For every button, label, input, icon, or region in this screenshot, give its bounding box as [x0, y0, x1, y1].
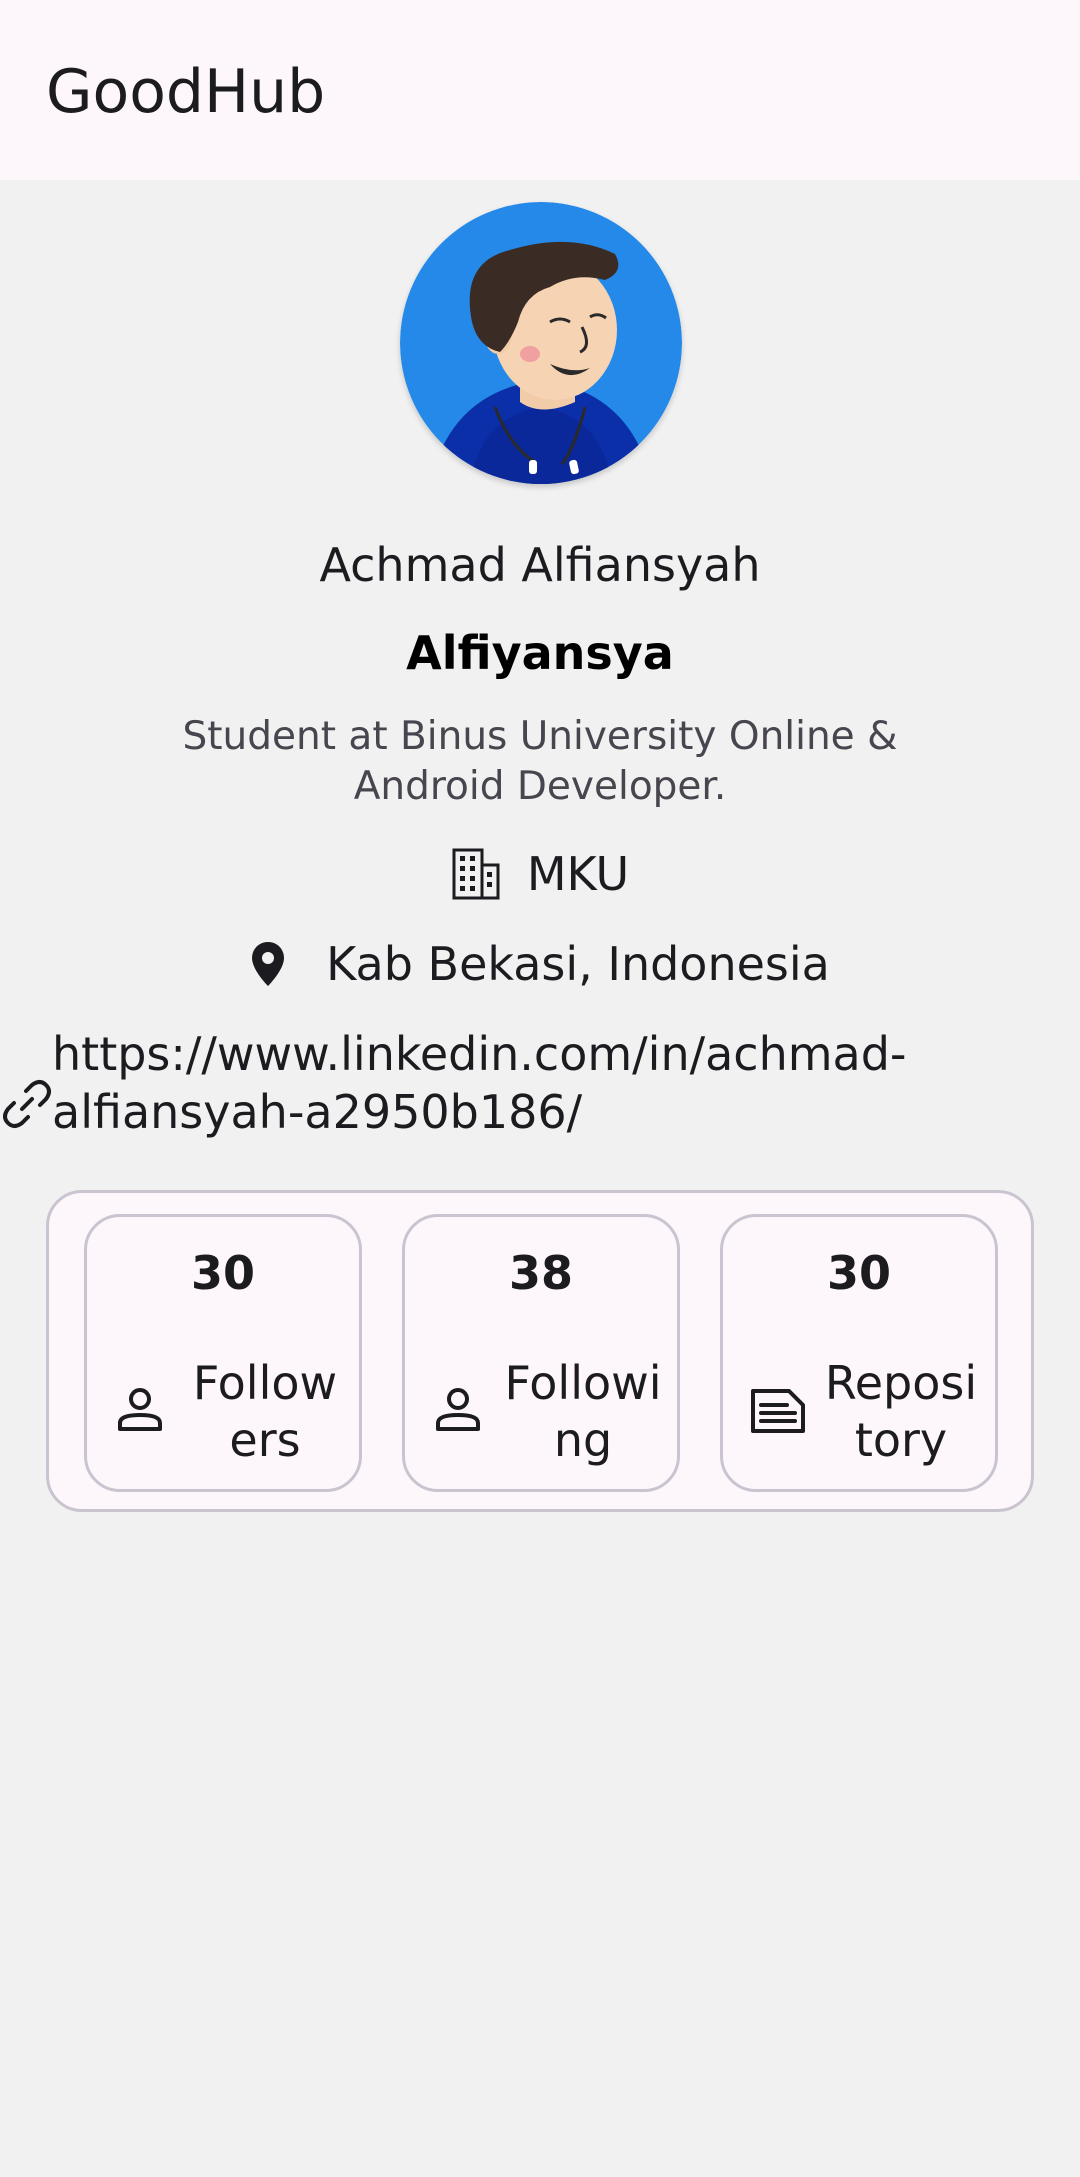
- company-row: MKU: [0, 842, 1080, 906]
- building-icon: [451, 847, 501, 901]
- company-text: MKU: [526, 847, 630, 901]
- bio: Student at Binus University Online & And…: [182, 714, 898, 809]
- person-icon: [431, 1383, 485, 1437]
- repository-count: 30: [826, 1246, 891, 1300]
- blog-link-row[interactable]: https://www.linkedin.com/in/achmad-alfia…: [0, 1025, 1000, 1145]
- location-row: Kab Bekasi, Indonesia: [0, 932, 1080, 996]
- app-bar: GoodHub: [0, 0, 1080, 180]
- repository-stat[interactable]: 30 Repository: [720, 1214, 998, 1492]
- followers-count: 30: [190, 1246, 255, 1300]
- followers-stat[interactable]: 30 Followers: [84, 1214, 362, 1492]
- article-icon: [749, 1383, 805, 1437]
- repository-label: Repository: [824, 1356, 978, 1467]
- full-name: Achmad Alfiansyah: [319, 538, 761, 592]
- stats-card: 30 Followers 38 Following 30 Repository: [46, 1190, 1034, 1512]
- following-stat[interactable]: 38 Following: [402, 1214, 680, 1492]
- avatar[interactable]: [400, 202, 682, 484]
- location-pin-icon: [250, 940, 286, 988]
- blog-link[interactable]: https://www.linkedin.com/in/achmad-alfia…: [52, 1025, 932, 1141]
- location-text: Kab Bekasi, Indonesia: [326, 937, 830, 991]
- person-icon: [113, 1383, 167, 1437]
- app-title: GoodHub: [46, 57, 326, 127]
- followers-label: Followers: [192, 1356, 338, 1467]
- following-count: 38: [508, 1246, 573, 1300]
- link-icon: [0, 1077, 54, 1131]
- following-label: Following: [504, 1356, 662, 1467]
- cartoon-avatar-icon: [400, 202, 682, 484]
- username: Alfiyansya: [406, 626, 674, 680]
